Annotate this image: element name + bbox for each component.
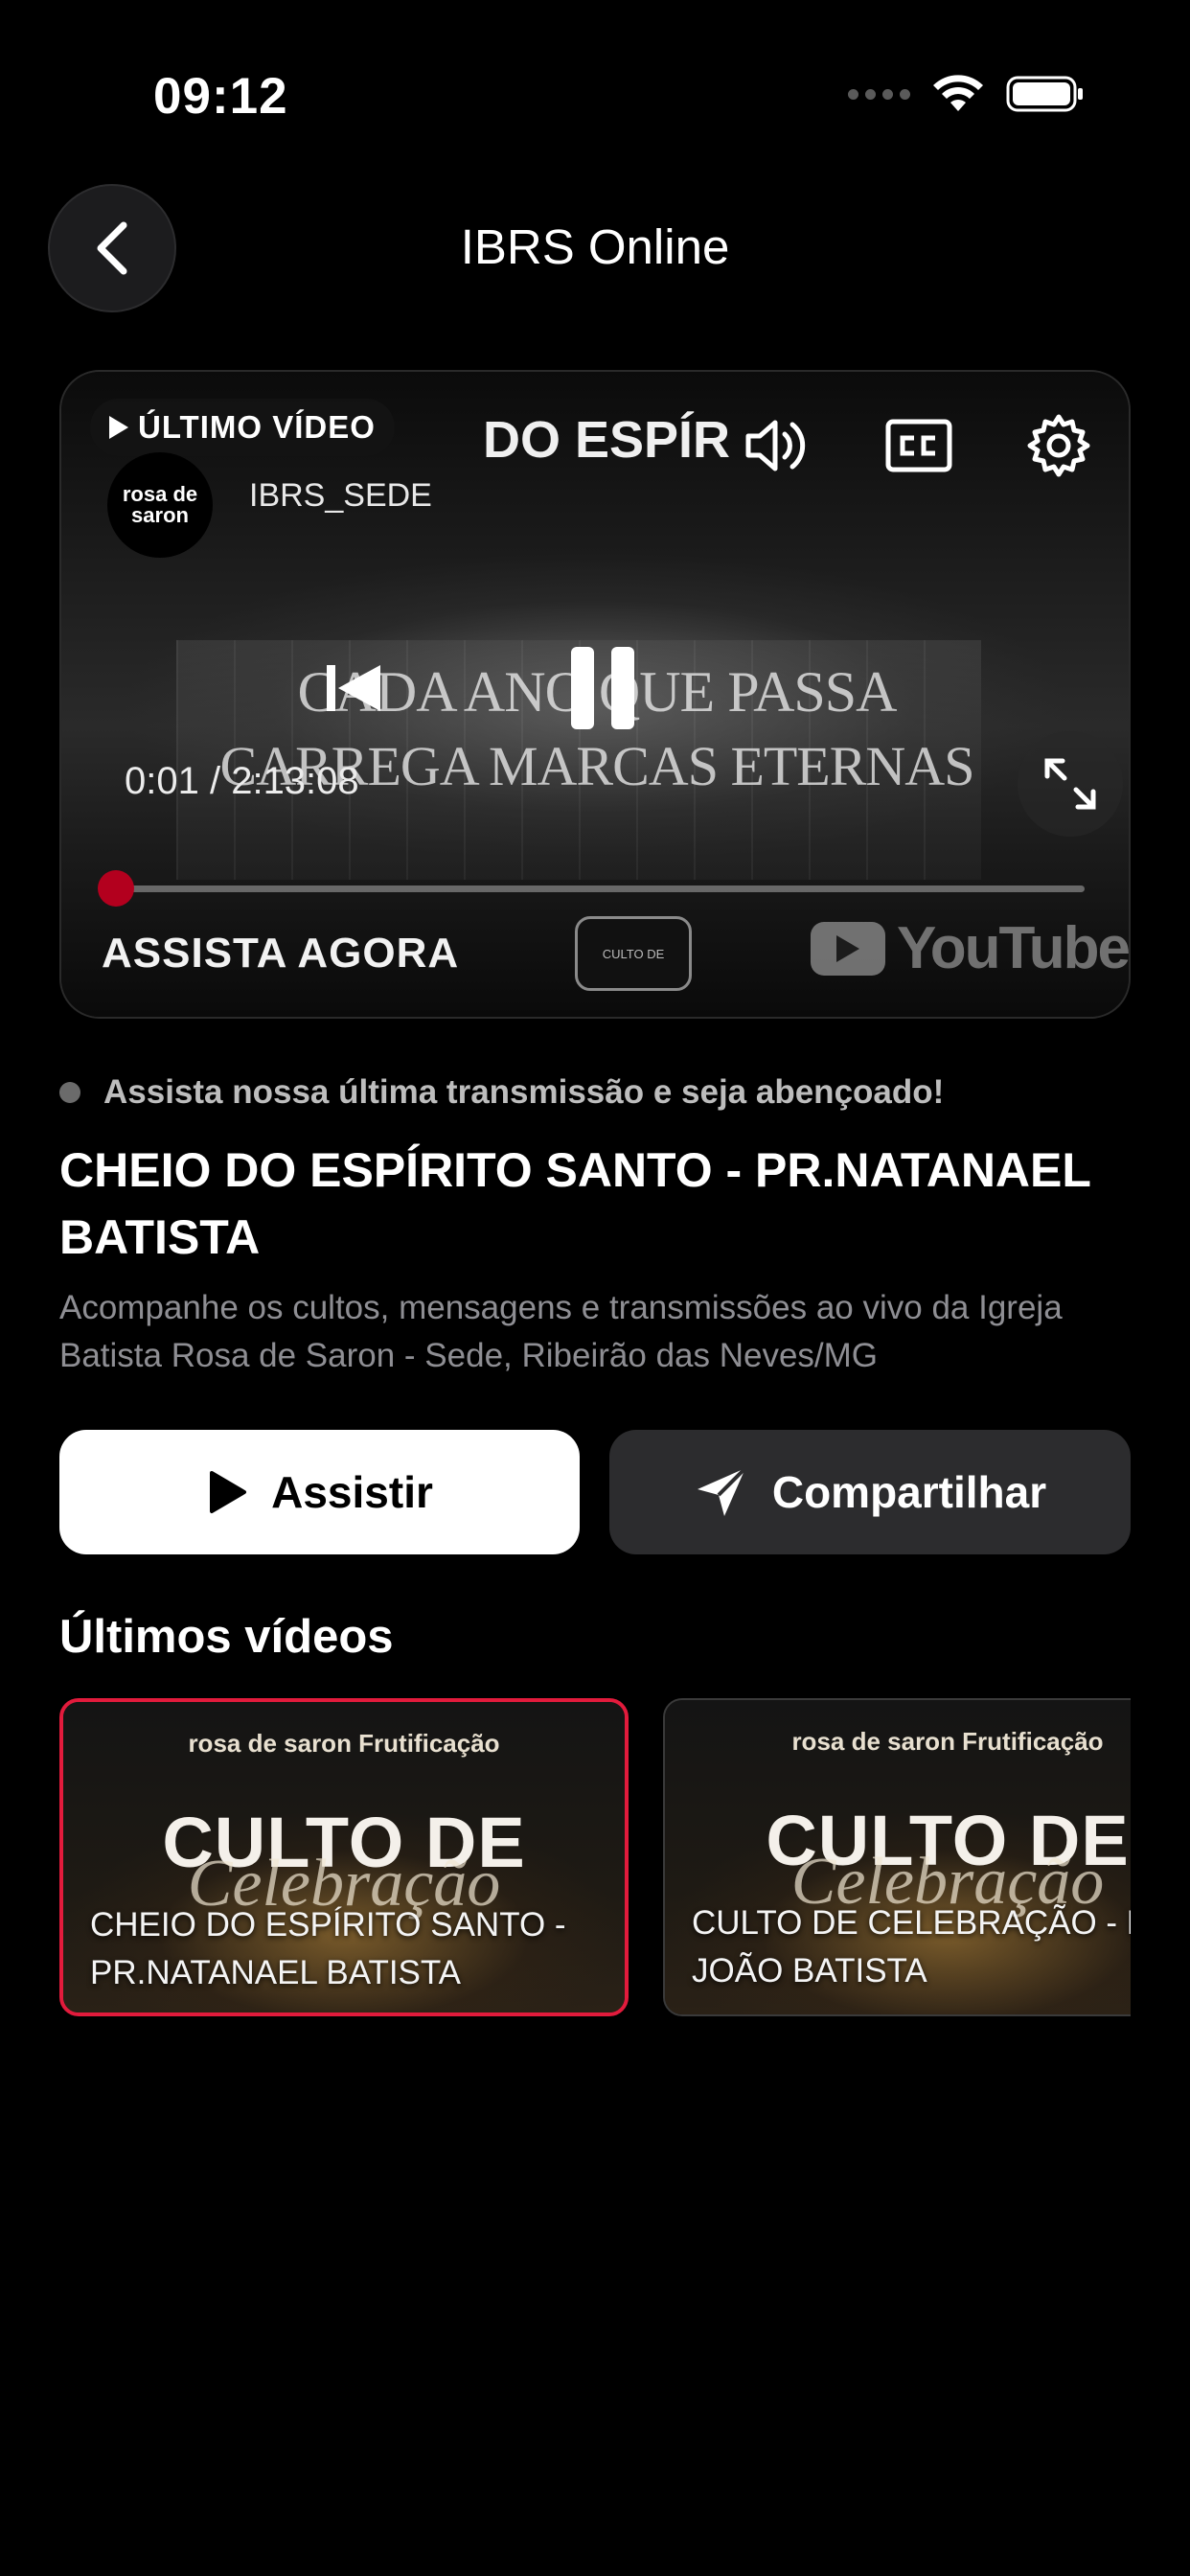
- share-button[interactable]: Compartilhar: [609, 1430, 1131, 1554]
- watch-now-label[interactable]: ASSISTA AGORA: [102, 930, 459, 978]
- card-brand: rosa de saron Frutificação: [188, 1729, 500, 1758]
- settings-button[interactable]: [1019, 406, 1098, 485]
- pause-button[interactable]: [550, 635, 655, 741]
- channel-avatar-text-1: rosa de: [122, 482, 198, 506]
- video-card[interactable]: rosa de saron Frutificação CULTO DE Cele…: [59, 1698, 629, 2016]
- page-title: IBRS Online: [460, 219, 730, 274]
- time-separator: /: [198, 760, 232, 802]
- youtube-logo[interactable]: YouTube: [811, 914, 1129, 982]
- pause-icon-bar: [571, 647, 594, 729]
- volume-icon: [745, 420, 806, 472]
- send-icon: [697, 1466, 747, 1516]
- duration: 2:13:08: [231, 760, 359, 802]
- status-dot-icon: [59, 1082, 80, 1103]
- progress-scrubber[interactable]: [98, 870, 134, 907]
- share-button-label: Compartilhar: [771, 1467, 1047, 1517]
- section-title: Últimos vídeos: [59, 1611, 394, 1663]
- channel-avatar-text-2: saron: [131, 503, 189, 527]
- video-description: Acompanhe os cultos, mensagens e transmi…: [59, 1289, 1063, 1374]
- channel-name[interactable]: IBRS_SEDE: [249, 477, 432, 515]
- volume-button[interactable]: [738, 406, 816, 485]
- skip-previous-icon: [327, 665, 380, 711]
- pause-icon-bar: [611, 647, 634, 729]
- play-icon: [109, 416, 128, 439]
- card-caption: CULTO DE CELEBRAÇÃO - PR. JOÃO BATISTA: [692, 1904, 1131, 1990]
- card-brand: rosa de saron Frutificação: [791, 1727, 1104, 1756]
- video-card[interactable]: rosa de saron Frutificação CULTO DE Cele…: [663, 1698, 1131, 2016]
- closed-captions-icon: [885, 419, 952, 472]
- expand-icon: [1044, 758, 1096, 810]
- video-player[interactable]: CADA ANO QUE PASSA CARREGA MARCAS ETERNA…: [59, 370, 1131, 1019]
- live-status: Assista nossa última transmissão e seja …: [59, 1073, 944, 1112]
- watch-button-label: Assistir: [271, 1467, 433, 1517]
- cellular-signal-icon: [848, 88, 910, 100]
- status-icons: [848, 75, 1085, 113]
- channel-avatar[interactable]: rosa de saron: [107, 452, 213, 558]
- gear-icon: [1027, 414, 1090, 477]
- youtube-icon: [811, 921, 885, 976]
- current-time: 0:01: [125, 760, 199, 802]
- latest-videos-carousel[interactable]: rosa de saron Frutificação CULTO DE Cele…: [59, 1698, 1131, 2020]
- previous-button[interactable]: [310, 645, 397, 731]
- time-readout: 0:01 / 2:13:08: [125, 760, 359, 803]
- live-status-text: Assista nossa última transmissão e seja …: [103, 1073, 945, 1111]
- youtube-wordmark: YouTube: [897, 915, 1129, 981]
- progress-bar[interactable]: [109, 886, 1085, 892]
- video-main-title: CHEIO DO ESPÍRITO SANTO - PR.NATANAEL BA…: [59, 1143, 1091, 1264]
- fullscreen-button[interactable]: [1018, 731, 1123, 837]
- status-time: 09:12: [153, 68, 288, 125]
- wifi-icon: [933, 75, 983, 111]
- mini-thumbnail[interactable]: CULTO DE: [575, 916, 692, 991]
- last-video-label: ÚLTIMO VÍDEO: [138, 409, 376, 445]
- captions-button[interactable]: [880, 406, 958, 485]
- watch-button[interactable]: Assistir: [59, 1430, 580, 1554]
- card-caption: CHEIO DO ESPÍRITO SANTO - PR.NATANAEL BA…: [90, 1906, 566, 1991]
- play-icon: [210, 1471, 247, 1513]
- last-video-badge: ÚLTIMO VÍDEO: [90, 399, 395, 456]
- battery-icon: [1006, 76, 1083, 112]
- video-title: DO ESPÍR: [483, 411, 731, 469]
